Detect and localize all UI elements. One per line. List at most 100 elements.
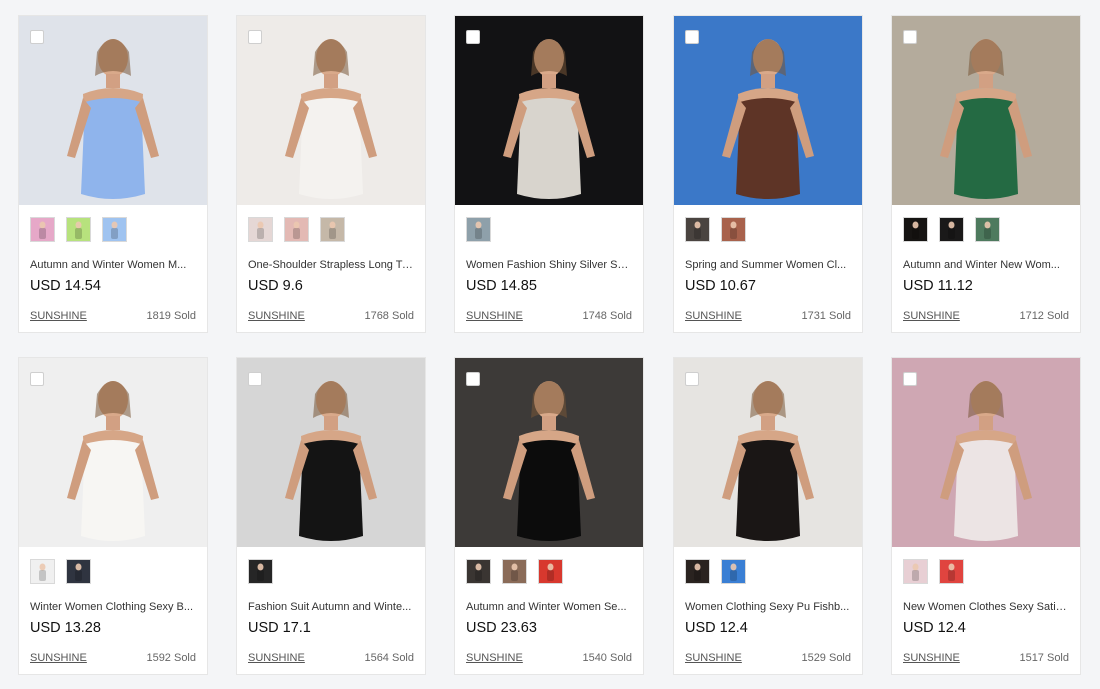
color-swatch-list bbox=[685, 217, 746, 242]
color-swatch-thumbnail[interactable] bbox=[248, 559, 273, 584]
color-swatch-list bbox=[903, 559, 964, 584]
color-swatch-thumbnail[interactable] bbox=[903, 559, 928, 584]
product-title[interactable]: Autumn and Winter Women M... bbox=[30, 259, 196, 271]
select-checkbox[interactable] bbox=[248, 372, 262, 386]
product-card[interactable]: Women Clothing Sexy Pu Fishb... USD 12.4… bbox=[673, 357, 863, 675]
sold-count: 1768 Sold bbox=[364, 310, 414, 322]
color-swatch-thumbnail[interactable] bbox=[66, 217, 91, 242]
color-swatch-list bbox=[466, 217, 491, 242]
product-image[interactable] bbox=[455, 16, 643, 205]
model-photo bbox=[892, 358, 1080, 547]
color-swatch-list bbox=[30, 217, 127, 242]
sold-count: 1712 Sold bbox=[1019, 310, 1069, 322]
color-swatch-thumbnail[interactable] bbox=[30, 217, 55, 242]
select-checkbox[interactable] bbox=[903, 30, 917, 44]
product-image[interactable] bbox=[455, 358, 643, 547]
select-checkbox[interactable] bbox=[30, 372, 44, 386]
model-photo bbox=[237, 16, 425, 205]
color-swatch-thumbnail[interactable] bbox=[320, 217, 345, 242]
select-checkbox[interactable] bbox=[30, 30, 44, 44]
product-image[interactable] bbox=[674, 16, 862, 205]
product-card[interactable]: Winter Women Clothing Sexy B... USD 13.2… bbox=[18, 357, 208, 675]
select-checkbox[interactable] bbox=[466, 30, 480, 44]
product-card[interactable]: Autumn and Winter Women M... USD 14.54 S… bbox=[18, 15, 208, 333]
color-swatch-list bbox=[466, 559, 563, 584]
color-swatch-thumbnail[interactable] bbox=[939, 217, 964, 242]
product-title[interactable]: Spring and Summer Women Cl... bbox=[685, 259, 851, 271]
model-photo bbox=[674, 358, 862, 547]
color-swatch-thumbnail[interactable] bbox=[30, 559, 55, 584]
sold-count: 1592 Sold bbox=[146, 652, 196, 664]
product-title[interactable]: Women Fashion Shiny Silver Su... bbox=[466, 259, 632, 271]
color-swatch-list bbox=[30, 559, 91, 584]
model-photo bbox=[237, 358, 425, 547]
color-swatch-thumbnail[interactable] bbox=[284, 217, 309, 242]
color-swatch-thumbnail[interactable] bbox=[248, 217, 273, 242]
model-photo bbox=[892, 16, 1080, 205]
color-swatch-list bbox=[685, 559, 746, 584]
color-swatch-thumbnail[interactable] bbox=[975, 217, 1000, 242]
color-swatch-thumbnail[interactable] bbox=[538, 559, 563, 584]
shop-link[interactable]: SUNSHINE bbox=[466, 652, 523, 664]
color-swatch-thumbnail[interactable] bbox=[721, 217, 746, 242]
color-swatch-thumbnail[interactable] bbox=[66, 559, 91, 584]
color-swatch-thumbnail[interactable] bbox=[685, 217, 710, 242]
shop-link[interactable]: SUNSHINE bbox=[248, 652, 305, 664]
product-title[interactable]: Fashion Suit Autumn and Winte... bbox=[248, 601, 414, 613]
product-price: USD 12.4 bbox=[903, 620, 966, 636]
color-swatch-thumbnail[interactable] bbox=[466, 217, 491, 242]
product-card[interactable]: New Women Clothes Sexy Satin... USD 12.4… bbox=[891, 357, 1081, 675]
select-checkbox[interactable] bbox=[685, 30, 699, 44]
product-card[interactable]: Women Fashion Shiny Silver Su... USD 14.… bbox=[454, 15, 644, 333]
select-checkbox[interactable] bbox=[466, 372, 480, 386]
sold-count: 1748 Sold bbox=[582, 310, 632, 322]
color-swatch-list bbox=[248, 217, 345, 242]
product-card[interactable]: Autumn and Winter Women Se... USD 23.63 … bbox=[454, 357, 644, 675]
product-price: USD 14.54 bbox=[30, 278, 101, 294]
product-image[interactable] bbox=[237, 358, 425, 547]
sold-count: 1564 Sold bbox=[364, 652, 414, 664]
sold-count: 1529 Sold bbox=[801, 652, 851, 664]
select-checkbox[interactable] bbox=[248, 30, 262, 44]
shop-link[interactable]: SUNSHINE bbox=[685, 310, 742, 322]
product-title[interactable]: Winter Women Clothing Sexy B... bbox=[30, 601, 196, 613]
model-photo bbox=[19, 16, 207, 205]
shop-link[interactable]: SUNSHINE bbox=[30, 310, 87, 322]
color-swatch-thumbnail[interactable] bbox=[466, 559, 491, 584]
color-swatch-thumbnail[interactable] bbox=[939, 559, 964, 584]
product-title[interactable]: Women Clothing Sexy Pu Fishb... bbox=[685, 601, 851, 613]
shop-link[interactable]: SUNSHINE bbox=[903, 652, 960, 664]
product-image[interactable] bbox=[892, 358, 1080, 547]
color-swatch-thumbnail[interactable] bbox=[685, 559, 710, 584]
product-title[interactable]: Autumn and Winter Women Se... bbox=[466, 601, 632, 613]
product-price: USD 10.67 bbox=[685, 278, 756, 294]
product-image[interactable] bbox=[19, 358, 207, 547]
product-image[interactable] bbox=[19, 16, 207, 205]
product-card[interactable]: One-Shoulder Strapless Long Ty... USD 9.… bbox=[236, 15, 426, 333]
shop-link[interactable]: SUNSHINE bbox=[30, 652, 87, 664]
select-checkbox[interactable] bbox=[685, 372, 699, 386]
product-price: USD 12.4 bbox=[685, 620, 748, 636]
product-card[interactable]: Fashion Suit Autumn and Winte... USD 17.… bbox=[236, 357, 426, 675]
product-card[interactable]: Spring and Summer Women Cl... USD 10.67 … bbox=[673, 15, 863, 333]
product-card[interactable]: Autumn and Winter New Wom... USD 11.12 S… bbox=[891, 15, 1081, 333]
color-swatch-thumbnail[interactable] bbox=[102, 217, 127, 242]
color-swatch-thumbnail[interactable] bbox=[721, 559, 746, 584]
shop-link[interactable]: SUNSHINE bbox=[248, 310, 305, 322]
shop-link[interactable]: SUNSHINE bbox=[903, 310, 960, 322]
product-title[interactable]: One-Shoulder Strapless Long Ty... bbox=[248, 259, 414, 271]
product-image[interactable] bbox=[674, 358, 862, 547]
color-swatch-thumbnail[interactable] bbox=[903, 217, 928, 242]
sold-count: 1517 Sold bbox=[1019, 652, 1069, 664]
product-price: USD 13.28 bbox=[30, 620, 101, 636]
color-swatch-list bbox=[248, 559, 273, 584]
product-title[interactable]: Autumn and Winter New Wom... bbox=[903, 259, 1069, 271]
color-swatch-thumbnail[interactable] bbox=[502, 559, 527, 584]
product-title[interactable]: New Women Clothes Sexy Satin... bbox=[903, 601, 1069, 613]
select-checkbox[interactable] bbox=[903, 372, 917, 386]
product-price: USD 17.1 bbox=[248, 620, 311, 636]
shop-link[interactable]: SUNSHINE bbox=[466, 310, 523, 322]
shop-link[interactable]: SUNSHINE bbox=[685, 652, 742, 664]
product-image[interactable] bbox=[237, 16, 425, 205]
product-image[interactable] bbox=[892, 16, 1080, 205]
